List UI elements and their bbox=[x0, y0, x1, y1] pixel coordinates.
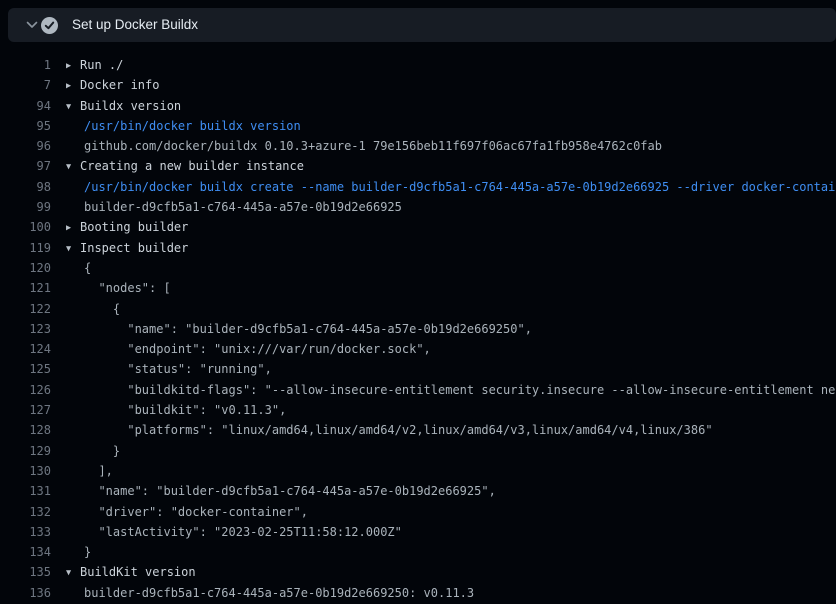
line-number[interactable]: 94 bbox=[0, 96, 51, 116]
line-number[interactable]: 128 bbox=[0, 420, 51, 440]
log-line-text: "status": "running", bbox=[66, 359, 272, 379]
log-line-text: "driver": "docker-container", bbox=[66, 502, 308, 522]
group-collapsed-icon[interactable]: ▶ bbox=[66, 218, 80, 238]
log-lines: 1 ▶Run ./ 7 ▶Docker info 94 ▼Buildx vers… bbox=[0, 55, 836, 603]
log-row: 125 "status": "running", bbox=[0, 359, 836, 379]
log-line-text: /usr/bin/docker buildx create --name bui… bbox=[66, 177, 836, 197]
log-viewer: 1 ▶Run ./ 7 ▶Docker info 94 ▼Buildx vers… bbox=[0, 42, 836, 604]
log-line-text: builder-d9cfb5a1-c764-445a-a57e-0b19d2e6… bbox=[66, 583, 474, 603]
group-collapsed-icon[interactable]: ▶ bbox=[66, 56, 80, 76]
line-number[interactable]: 7 bbox=[0, 75, 51, 95]
log-row: 99 builder-d9cfb5a1-c764-445a-a57e-0b19d… bbox=[0, 197, 836, 217]
group-expanded-icon[interactable]: ▼ bbox=[66, 157, 80, 177]
line-number[interactable]: 99 bbox=[0, 197, 51, 217]
log-row: 96 github.com/docker/buildx 0.10.3+azure… bbox=[0, 136, 836, 156]
log-row: 122 { bbox=[0, 299, 836, 319]
line-number[interactable]: 126 bbox=[0, 380, 51, 400]
log-row: 132 "driver": "docker-container", bbox=[0, 502, 836, 522]
check-circle-icon bbox=[41, 17, 58, 34]
log-row[interactable]: 119 ▼Inspect builder bbox=[0, 238, 836, 258]
log-row: 127 "buildkit": "v0.11.3", bbox=[0, 400, 836, 420]
line-number[interactable]: 129 bbox=[0, 441, 51, 461]
log-line-text: builder-d9cfb5a1-c764-445a-a57e-0b19d2e6… bbox=[66, 197, 402, 217]
group-expanded-icon[interactable]: ▼ bbox=[66, 97, 80, 117]
line-number[interactable]: 121 bbox=[0, 278, 51, 298]
log-line-text: { bbox=[66, 299, 120, 319]
line-number[interactable]: 122 bbox=[0, 299, 51, 319]
log-row: 131 "name": "builder-d9cfb5a1-c764-445a-… bbox=[0, 481, 836, 501]
log-line-text: ▼Creating a new builder instance bbox=[66, 156, 304, 176]
log-line-text: "lastActivity": "2023-02-25T11:58:12.000… bbox=[66, 522, 402, 542]
line-number[interactable]: 135 bbox=[0, 562, 51, 582]
log-row: 123 "name": "builder-d9cfb5a1-c764-445a-… bbox=[0, 319, 836, 339]
log-line-text: ▶Docker info bbox=[66, 75, 159, 95]
line-number[interactable]: 133 bbox=[0, 522, 51, 542]
line-number[interactable]: 127 bbox=[0, 400, 51, 420]
log-line-text: ▼Inspect builder bbox=[66, 238, 188, 258]
log-row[interactable]: 100 ▶Booting builder bbox=[0, 217, 836, 237]
line-number[interactable]: 130 bbox=[0, 461, 51, 481]
log-line-text: "platforms": "linux/amd64,linux/amd64/v2… bbox=[66, 420, 713, 440]
line-number[interactable]: 119 bbox=[0, 238, 51, 258]
log-row: 130 ], bbox=[0, 461, 836, 481]
log-line-text: /usr/bin/docker buildx version bbox=[66, 116, 301, 136]
log-row: 128 "platforms": "linux/amd64,linux/amd6… bbox=[0, 420, 836, 440]
step-title: Set up Docker Buildx bbox=[72, 8, 198, 42]
log-line-text: ▶Run ./ bbox=[66, 55, 123, 75]
log-line-text: "nodes": [ bbox=[66, 278, 171, 298]
line-number[interactable]: 120 bbox=[0, 258, 51, 278]
line-number[interactable]: 1 bbox=[0, 55, 51, 75]
log-line-text: "buildkitd-flags": "--allow-insecure-ent… bbox=[66, 380, 836, 400]
log-row: 133 "lastActivity": "2023-02-25T11:58:12… bbox=[0, 522, 836, 542]
log-line-text: ], bbox=[66, 461, 113, 481]
log-line-text: "name": "builder-d9cfb5a1-c764-445a-a57e… bbox=[66, 481, 496, 501]
log-row: 95 /usr/bin/docker buildx version bbox=[0, 116, 836, 136]
log-row: 134 } bbox=[0, 542, 836, 562]
line-number[interactable]: 95 bbox=[0, 116, 51, 136]
group-collapsed-icon[interactable]: ▶ bbox=[66, 76, 80, 96]
log-row: 129 } bbox=[0, 441, 836, 461]
log-row[interactable]: 135 ▼BuildKit version bbox=[0, 562, 836, 582]
line-number[interactable]: 98 bbox=[0, 177, 51, 197]
log-row: 126 "buildkitd-flags": "--allow-insecure… bbox=[0, 380, 836, 400]
log-row: 120 { bbox=[0, 258, 836, 278]
chevron-down-icon[interactable] bbox=[26, 19, 38, 31]
log-row: 136 builder-d9cfb5a1-c764-445a-a57e-0b19… bbox=[0, 583, 836, 603]
log-line-text: ▼Buildx version bbox=[66, 96, 181, 116]
group-expanded-icon[interactable]: ▼ bbox=[66, 563, 80, 583]
line-number[interactable]: 131 bbox=[0, 481, 51, 501]
line-number[interactable]: 97 bbox=[0, 156, 51, 176]
group-expanded-icon[interactable]: ▼ bbox=[66, 239, 80, 259]
log-row[interactable]: 97 ▼Creating a new builder instance bbox=[0, 156, 836, 176]
log-row: 121 "nodes": [ bbox=[0, 278, 836, 298]
log-row[interactable]: 1 ▶Run ./ bbox=[0, 55, 836, 75]
step-header[interactable]: Set up Docker Buildx bbox=[8, 8, 836, 42]
line-number[interactable]: 132 bbox=[0, 502, 51, 522]
log-line-text: github.com/docker/buildx 0.10.3+azure-1 … bbox=[66, 136, 662, 156]
line-number[interactable]: 124 bbox=[0, 339, 51, 359]
line-number[interactable]: 134 bbox=[0, 542, 51, 562]
log-row[interactable]: 7 ▶Docker info bbox=[0, 75, 836, 95]
log-line-text: "buildkit": "v0.11.3", bbox=[66, 400, 286, 420]
line-number[interactable]: 96 bbox=[0, 136, 51, 156]
log-line-text: "name": "builder-d9cfb5a1-c764-445a-a57e… bbox=[66, 319, 532, 339]
line-number[interactable]: 123 bbox=[0, 319, 51, 339]
log-line-text: "endpoint": "unix:///var/run/docker.sock… bbox=[66, 339, 431, 359]
log-line-text: ▼BuildKit version bbox=[66, 562, 196, 582]
line-number[interactable]: 136 bbox=[0, 583, 51, 603]
log-line-text: } bbox=[66, 542, 91, 562]
log-row: 98 /usr/bin/docker buildx create --name … bbox=[0, 177, 836, 197]
line-number[interactable]: 125 bbox=[0, 359, 51, 379]
log-line-text: } bbox=[66, 441, 120, 461]
log-line-text: ▶Booting builder bbox=[66, 217, 188, 237]
log-row: 124 "endpoint": "unix:///var/run/docker.… bbox=[0, 339, 836, 359]
log-row[interactable]: 94 ▼Buildx version bbox=[0, 96, 836, 116]
line-number[interactable]: 100 bbox=[0, 217, 51, 237]
log-line-text: { bbox=[66, 258, 91, 278]
